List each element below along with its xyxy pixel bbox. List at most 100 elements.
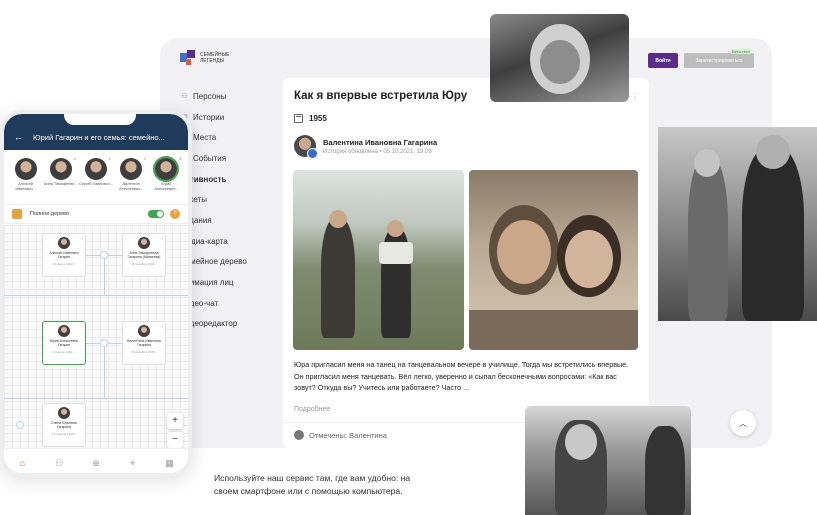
phone-mockup: ← Юрий Гагарин и его семья: семейно... А… bbox=[0, 110, 192, 477]
tree-node[interactable]: Алексей Иванович Гагарин 11 марта 1902 г… bbox=[42, 233, 86, 277]
logo-icon bbox=[180, 50, 196, 66]
notification-badge: 1 bbox=[108, 156, 111, 161]
sidebar-item-persons[interactable]: ⚇ Персоны bbox=[180, 86, 270, 107]
story-card: Как я впервые встретила Юру ⋮ 1955 Вален… bbox=[283, 78, 649, 448]
beta-badge: Бета-тест bbox=[730, 49, 752, 54]
person-name: Юрий Алексеевич... bbox=[154, 182, 179, 191]
story-author[interactable]: Валентина Ивановна Гагарина История обно… bbox=[294, 135, 438, 159]
sidebar-item-stories[interactable]: ▤Истории bbox=[180, 107, 270, 128]
people-strip: Алексей Иванович... 4 Анна Тимофеевн... 1… bbox=[4, 152, 188, 202]
chevron-up-icon: ︿ bbox=[739, 418, 747, 428]
tree-link-node bbox=[100, 339, 108, 347]
node-name: Юрий Алексеевич Гагарин bbox=[49, 339, 79, 347]
tree-connector bbox=[104, 255, 105, 295]
tree-node[interactable]: Валентина Ивановна Гагарина 15 декабря 1… bbox=[122, 321, 166, 365]
scroll-up-button[interactable]: ︿ bbox=[730, 410, 756, 436]
home-icon[interactable]: ⌂ bbox=[17, 458, 28, 469]
sidebar-item-face-animation[interactable]: Анимация лиц bbox=[180, 272, 270, 293]
phone-bottom-nav: ⌂ ⚇ ⊕ ⌖ ▦ bbox=[4, 448, 188, 473]
pin-icon[interactable]: ⌖ bbox=[127, 458, 138, 469]
person-name: Анна Тимофеевн... bbox=[44, 182, 78, 186]
person-chip[interactable]: 1 Валентин Алексеевич... bbox=[114, 156, 148, 202]
photo-officers-airfield bbox=[525, 406, 691, 515]
sidebar-item-family-tree[interactable]: Семейное дерево bbox=[180, 252, 270, 273]
avatar bbox=[58, 407, 70, 419]
sidebar-item-places[interactable]: ⌖Места bbox=[180, 127, 270, 148]
person-name: Сергей Павлович... bbox=[78, 182, 113, 186]
story-photo-couple-portrait[interactable] bbox=[469, 170, 638, 350]
avatar bbox=[120, 158, 143, 180]
back-arrow-icon[interactable]: ← bbox=[14, 132, 23, 142]
phone-title: Юрий Гагарин и его семья: семейно... bbox=[33, 133, 165, 142]
promo-caption: Используйте наш сервис там, где вам удоб… bbox=[214, 473, 411, 496]
notification-badge: 1 bbox=[143, 156, 147, 161]
read-more-link[interactable]: Подробнее bbox=[294, 406, 330, 413]
person-chip[interactable]: 4 Юрий Алексеевич... bbox=[149, 156, 183, 202]
tree-node-selected[interactable]: Юрий Алексеевич Гагарин 9 марта 1934 г. bbox=[42, 321, 86, 365]
tree-toolbar: Полное дерево ? bbox=[4, 204, 188, 224]
add-icon[interactable]: ⊕ bbox=[90, 458, 101, 469]
notification-badge: 4 bbox=[73, 156, 76, 161]
avatar bbox=[84, 158, 107, 180]
sidebar-item-events[interactable]: ▦События bbox=[180, 148, 270, 169]
person-chip[interactable]: Алексей Иванович... bbox=[9, 156, 43, 202]
avatar bbox=[294, 135, 318, 159]
sidebar-item-tasks[interactable]: Задания bbox=[180, 210, 270, 231]
story-text: Юра пригласил меня на танец на танцеваль… bbox=[294, 360, 629, 392]
app-logo[interactable]: СЕМЕЙНЫЕ ЛЕГЕНДЫ bbox=[180, 50, 240, 66]
phone-notch bbox=[64, 114, 136, 125]
avatar bbox=[155, 158, 178, 180]
avatar bbox=[138, 325, 150, 337]
node-name: Елена Юрьевна Гагарина bbox=[51, 421, 77, 429]
node-name: Алексей Иванович Гагарин bbox=[49, 251, 79, 259]
node-date: 15 декабря 1935 г. bbox=[131, 350, 157, 354]
story-title: Как я впервые встретила Юру bbox=[294, 90, 468, 102]
tree-connector bbox=[104, 343, 105, 398]
zoom-in-button[interactable]: + bbox=[167, 413, 183, 429]
people-icon: ⚇ bbox=[181, 92, 188, 100]
avatar bbox=[294, 430, 304, 440]
person-name: Алексей Иванович... bbox=[15, 182, 36, 191]
sidebar-item-media-map[interactable]: Медиа-карта bbox=[180, 231, 270, 252]
tree-link-node bbox=[16, 421, 24, 429]
zoom-out-button[interactable]: − bbox=[167, 432, 183, 448]
node-name: Валентина Ивановна Гагарина bbox=[127, 339, 161, 347]
story-photo-couple-walking[interactable] bbox=[293, 170, 464, 350]
family-tree-canvas[interactable]: Алексей Иванович Гагарин 11 марта 1902 г… bbox=[4, 225, 188, 448]
tagged-label: Отмечены: Валентина bbox=[309, 430, 387, 440]
author-name: Валентина Ивановна Гагарина bbox=[323, 137, 438, 147]
calendar-icon[interactable]: ▦ bbox=[164, 458, 175, 469]
avatar bbox=[58, 325, 70, 337]
tree-label: Полное дерево bbox=[30, 211, 70, 217]
person-name: Валентин Алексеевич... bbox=[119, 182, 144, 191]
help-icon[interactable]: ? bbox=[170, 209, 180, 219]
node-date: 9 марта 1934 г. bbox=[53, 350, 75, 354]
people-icon[interactable]: ⚇ bbox=[54, 458, 65, 469]
person-chip[interactable]: 4 Анна Тимофеевн... bbox=[44, 156, 78, 202]
photo-cosmonaut-helmet bbox=[490, 14, 629, 102]
notification-badge: 4 bbox=[179, 156, 182, 161]
photo-girl-and-officer bbox=[658, 127, 817, 321]
avatar bbox=[138, 237, 150, 249]
tree-node[interactable]: Анна Тимофеевна Гагарина (Матвеева) 18 д… bbox=[122, 233, 166, 277]
avatar bbox=[58, 237, 70, 249]
tagged-people[interactable]: Отмечены: Валентина bbox=[294, 430, 387, 440]
node-date: 17 апреля 1959 г. bbox=[52, 432, 76, 436]
more-options-icon[interactable]: ⋮ bbox=[631, 92, 639, 101]
node-date: 11 марта 1902 г. bbox=[52, 262, 76, 266]
tree-node[interactable]: Елена Юрьевна Гагарина 17 апреля 1959 г. bbox=[42, 403, 86, 447]
login-button[interactable]: Войти bbox=[648, 53, 678, 68]
story-year: 1955 bbox=[309, 114, 327, 123]
calendar-icon bbox=[294, 114, 303, 123]
sidebar-item-activity[interactable]: Активность bbox=[180, 169, 270, 190]
person-chip[interactable]: 1 Сергей Павлович... bbox=[79, 156, 113, 202]
sidebar-item-video-chat[interactable]: Видео-чат bbox=[180, 293, 270, 314]
avatar bbox=[14, 158, 37, 180]
sidebar-item-video-editor[interactable]: Видеоредактор bbox=[180, 314, 270, 335]
sidebar-item-label: События bbox=[193, 153, 227, 163]
story-date: 1955 bbox=[294, 114, 327, 123]
full-tree-toggle[interactable] bbox=[148, 210, 164, 218]
register-button[interactable]: Зарегистрироваться bbox=[684, 53, 754, 68]
sidebar-item-surveys[interactable]: Анкеты bbox=[180, 189, 270, 210]
node-name: Анна Тимофеевна Гагарина (Матвеева) bbox=[127, 251, 161, 259]
